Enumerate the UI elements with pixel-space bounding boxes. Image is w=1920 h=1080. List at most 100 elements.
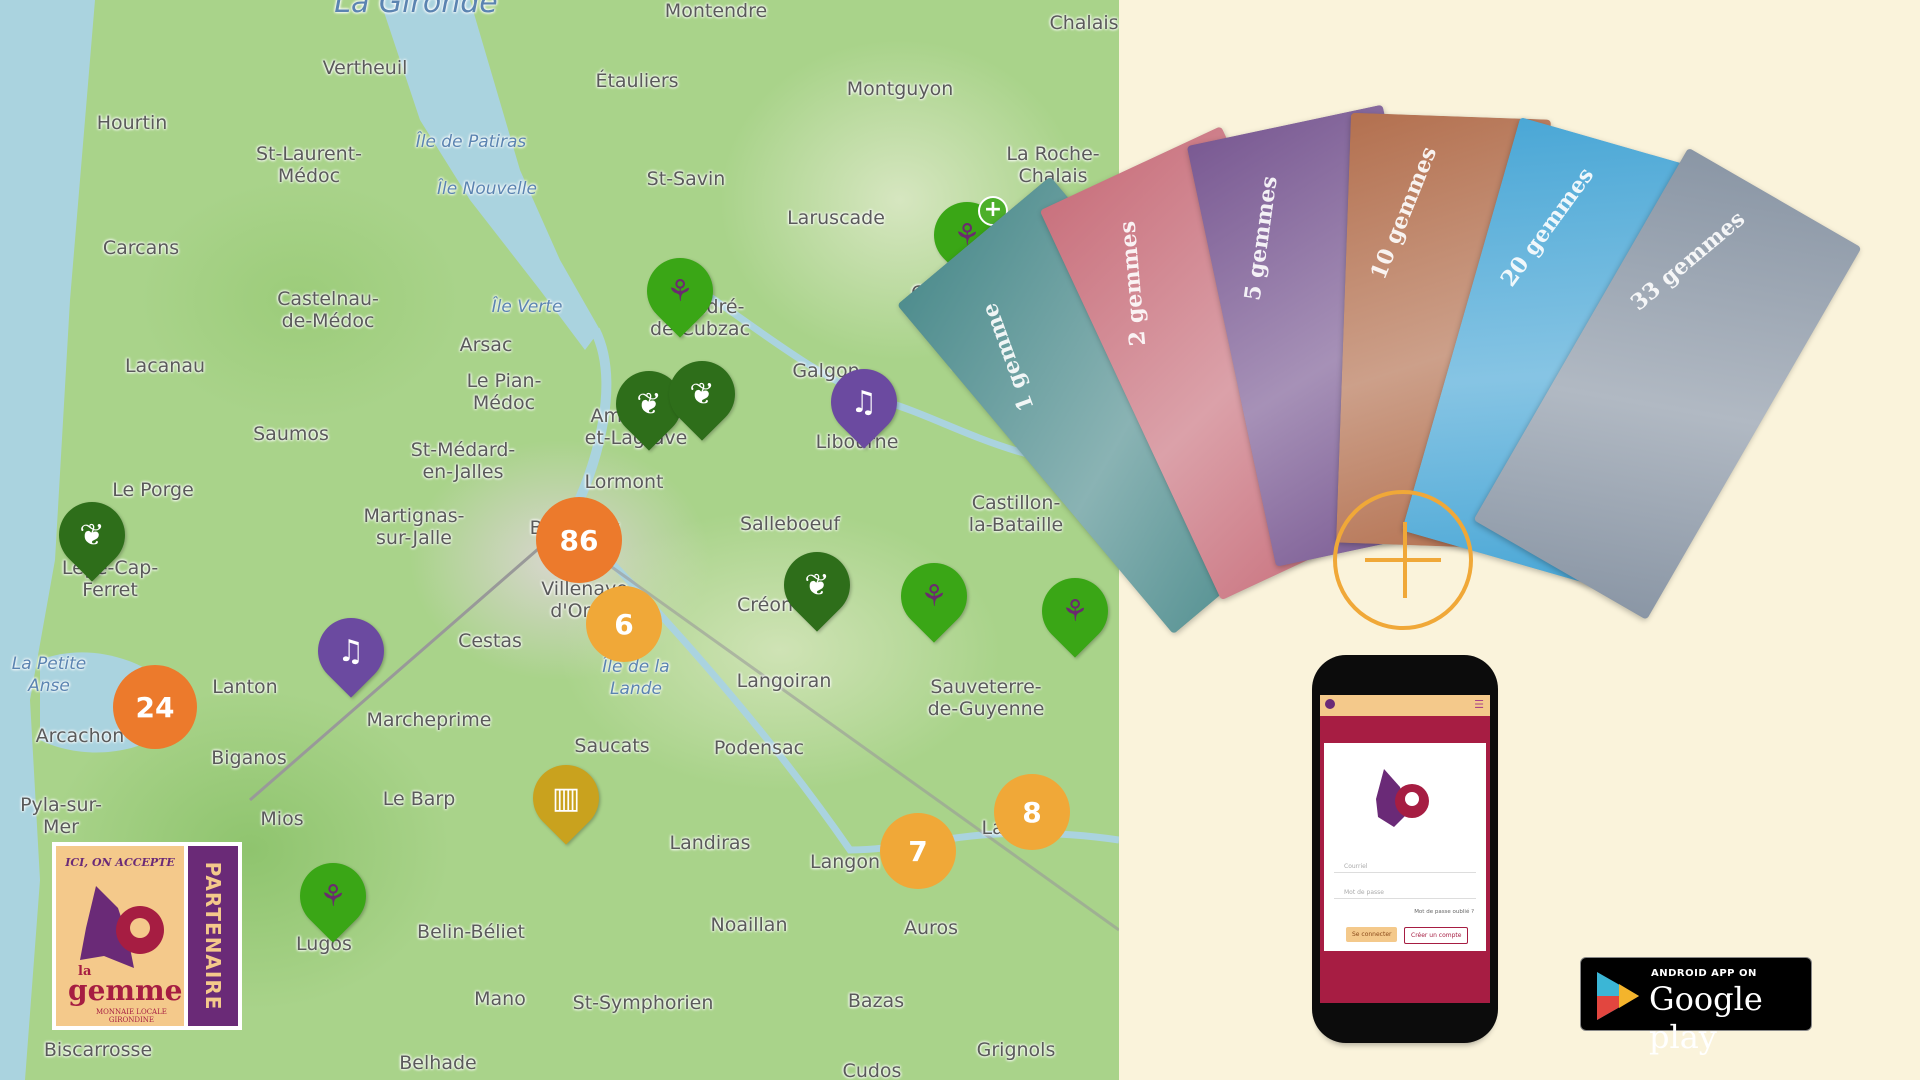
map-place-label: Cestas — [458, 630, 522, 652]
app-header: ☰ — [1320, 695, 1490, 716]
marker-cluster[interactable]: 7 — [880, 813, 956, 889]
hamburger-menu-icon[interactable]: ☰ — [1474, 698, 1484, 711]
map-place-label: La Petite Anse — [11, 654, 87, 696]
map-place-label: La Gironde — [334, 0, 498, 20]
beer-icon: ▥ — [551, 780, 581, 816]
map-place-label: Saumos — [253, 423, 329, 445]
map-place-label: Île de la Lande — [602, 657, 670, 699]
marker-cluster[interactable]: 8 — [994, 774, 1070, 850]
map-place-label: Castelnau- de-Médoc — [277, 288, 379, 332]
gemme-logo-icon — [1376, 769, 1429, 827]
password-field[interactable]: Mot de passe — [1334, 887, 1476, 899]
map-marker[interactable]: ▥ — [519, 751, 613, 845]
gemme-logo-icon — [80, 886, 164, 968]
badge-big-text: Google play — [1649, 980, 1763, 1056]
map-place-label: Carcans — [102, 237, 180, 259]
map-marker[interactable]: ❦ — [770, 538, 864, 632]
map-place-label: Podensac — [713, 737, 805, 759]
map-place-label: Le Pian- Médoc — [466, 370, 542, 414]
map-marker[interactable]: ♫ — [817, 355, 911, 449]
map-place-label: Le Porge — [112, 479, 194, 501]
sprout-icon: ⚘ — [666, 273, 694, 309]
map-place-label: Bazas — [847, 990, 905, 1012]
map-place-label: Pyla-sur- Mer — [20, 794, 102, 838]
map-place-label: Salleboeuf — [739, 513, 841, 535]
marker-cluster[interactable]: 24 — [113, 665, 197, 749]
map-place-label: Chalais — [1049, 12, 1119, 34]
map-marker[interactable]: ⚘ — [286, 849, 380, 943]
map-marker[interactable]: ♫ — [304, 604, 398, 698]
map-marker[interactable]: ⚘ — [1028, 564, 1119, 658]
map-place-label: Belin-Béliet — [417, 921, 525, 943]
banknote-label: 5 gemmes — [1239, 174, 1283, 303]
sprout-icon: ⚘ — [1061, 593, 1089, 629]
banknote-label: 1 gemme — [976, 299, 1040, 415]
map-place-label: Cudos — [842, 1060, 902, 1080]
map-place-label: Arcachon — [35, 725, 125, 747]
map-place-label: Mano — [474, 988, 526, 1010]
map-place-label: Belhade — [399, 1052, 477, 1074]
google-play-badge[interactable]: ANDROID APP ON Google play — [1580, 957, 1812, 1056]
leaf-icon: ❦ — [689, 376, 715, 412]
map-place-label: Saucats — [574, 735, 650, 757]
map-marker[interactable]: ⚘ — [633, 244, 727, 338]
map-place-label: Lormont — [584, 471, 664, 493]
map-place-label: Marcheprime — [366, 709, 492, 731]
map-marker[interactable]: ⚘ — [887, 549, 981, 643]
map-place-label: Lacanau — [124, 355, 206, 377]
signup-button[interactable]: Créer un compte — [1404, 927, 1469, 944]
map-place-label: Grignols — [976, 1039, 1056, 1061]
leaf-icon: ❦ — [79, 517, 105, 553]
forgot-password-link[interactable]: Mot de passe oublié ? — [1414, 909, 1474, 915]
partner-sticker: ICI, ON ACCEPTE la gemme MONNAIE LOCALE … — [52, 842, 242, 1030]
map-place-label: Île Nouvelle — [437, 179, 537, 199]
map-place-label: Noaillan — [710, 914, 788, 936]
map-place-label: Arsac — [459, 334, 513, 356]
map-place-label: Lanton — [212, 676, 278, 698]
music-icon: ♫ — [850, 384, 878, 420]
email-field[interactable]: Courriel — [1334, 861, 1476, 873]
map-marker[interactable]: ❦ — [45, 488, 139, 582]
banknote-label: 20 gemmes — [1495, 162, 1600, 292]
banknote-label: 10 gemmes — [1365, 143, 1443, 284]
map-place-label: Île de Patiras — [415, 132, 527, 152]
map-place-label: Étauliers — [595, 70, 679, 92]
leaf-icon: ❦ — [804, 567, 830, 603]
marker-cluster[interactable]: 86 — [536, 497, 622, 583]
sprout-icon: ⚘ — [920, 578, 948, 614]
partner-label: PARTENAIRE — [201, 861, 225, 1011]
map-place-label: Montguyon — [846, 78, 954, 100]
map-place-label: Laruscade — [787, 207, 885, 229]
map-place-label: Biscarrosse — [43, 1039, 153, 1061]
brand-name: gemme — [68, 974, 183, 1007]
map-marker[interactable]: ❦ — [655, 347, 749, 441]
map-place-label: St-Symphorien — [572, 992, 714, 1014]
map-place-label: Montendre — [664, 0, 768, 22]
banknote-label: 2 gemmes — [1114, 220, 1152, 348]
map-place-label: St-Savin — [646, 168, 726, 190]
badge-small-text: ANDROID APP ON — [1651, 968, 1757, 979]
phone-mockup: ☰ Courriel Mot de passe Mot de passe oub… — [1312, 655, 1498, 1043]
map-place-label: Auros — [904, 917, 958, 939]
brand-subtitle: MONNAIE LOCALE GIRONDINE — [96, 1008, 167, 1024]
map-place-label: Hourtin — [96, 112, 168, 134]
login-card: Courriel Mot de passe Mot de passe oubli… — [1324, 743, 1486, 951]
map-place-label: Landiras — [669, 832, 751, 854]
map-place-label: Langoiran — [736, 670, 832, 692]
banknote-label: 33 gemmes — [1625, 205, 1751, 317]
map-place-label: Mios — [260, 808, 304, 830]
sprout-icon: ⚘ — [319, 878, 347, 914]
sticker-side-panel: PARTENAIRE — [188, 846, 238, 1026]
map-place-label: Biganos — [211, 747, 287, 769]
sticker-logo-panel: ICI, ON ACCEPTE la gemme MONNAIE LOCALE … — [56, 846, 184, 1026]
map-place-label: St-Laurent- Médoc — [255, 143, 363, 187]
map-place-label: Lugos — [296, 933, 352, 955]
phone-screen: ☰ Courriel Mot de passe Mot de passe oub… — [1320, 695, 1490, 1003]
map-place-label: Sauveterre- de-Guyenne — [927, 676, 1045, 720]
marker-cluster[interactable]: 6 — [586, 586, 662, 662]
app-logo-icon — [1325, 699, 1335, 709]
map-place-label: Le Barp — [382, 788, 456, 810]
plus-icon — [1333, 490, 1473, 630]
login-button[interactable]: Se connecter — [1346, 927, 1398, 942]
map-place-label: Martignas- sur-Jalle — [363, 505, 465, 549]
